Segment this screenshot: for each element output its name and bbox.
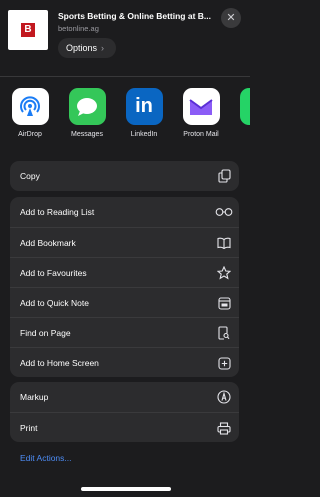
whatsapp-icon xyxy=(239,88,250,125)
action-add-to-reading-list[interactable]: Add to Reading List xyxy=(10,197,239,227)
linkedin-glyph: in xyxy=(135,95,153,117)
action-label: Add to Reading List xyxy=(20,207,95,217)
action-find-on-page[interactable]: Find on Page xyxy=(10,317,239,347)
plus-square-icon xyxy=(217,356,231,370)
action-label: Print xyxy=(20,422,38,433)
action-add-to-favourites[interactable]: Add to Favourites xyxy=(10,257,239,287)
share-app-label: Messages xyxy=(71,131,103,138)
site-thumbnail: B xyxy=(8,10,48,50)
action-label: Add to Favourites xyxy=(20,267,87,278)
share-app-messages[interactable]: Messages xyxy=(63,88,111,138)
share-app-label: LinkedIn xyxy=(130,131,158,138)
header-divider xyxy=(0,76,250,77)
action-group-tools: Markup Print xyxy=(10,382,239,442)
action-group-copy: Copy xyxy=(10,161,239,191)
action-label: Find on Page xyxy=(20,327,71,338)
site-logo: B xyxy=(21,23,35,37)
action-label: Add to Home Screen xyxy=(20,357,99,368)
star-icon xyxy=(217,266,231,280)
share-app-airdrop[interactable]: AirDrop xyxy=(6,88,54,138)
action-group-page: Add to Reading List Add Bookmark Add to … xyxy=(10,197,239,377)
glasses-icon xyxy=(215,205,233,219)
find-icon xyxy=(217,326,231,340)
site-url: betonline.ag xyxy=(58,24,99,33)
share-app-linkedin[interactable]: in LinkedIn xyxy=(120,88,168,138)
share-app-label: Proton Mail xyxy=(183,131,219,138)
close-button[interactable]: ✕ xyxy=(221,8,241,28)
print-icon xyxy=(217,421,231,435)
action-add-to-home-screen[interactable]: Add to Home Screen xyxy=(10,347,239,377)
chevron-right-icon: › xyxy=(101,43,105,53)
site-title: Sports Betting & Online Betting at B... xyxy=(58,11,211,21)
airdrop-icon xyxy=(11,88,49,125)
action-label: Copy xyxy=(20,171,40,181)
messages-icon xyxy=(68,88,106,125)
action-copy[interactable]: Copy xyxy=(10,161,239,191)
book-icon xyxy=(217,236,231,250)
action-print[interactable]: Print xyxy=(10,412,239,442)
home-indicator xyxy=(81,487,171,491)
action-label: Add to Quick Note xyxy=(20,297,89,308)
share-app-whatsapp[interactable]: Wh xyxy=(234,88,250,138)
action-markup[interactable]: Markup xyxy=(10,382,239,412)
share-app-proton-mail[interactable]: Proton Mail xyxy=(177,88,225,138)
markup-icon xyxy=(217,390,231,404)
share-apps-row: AirDrop Messages in LinkedIn Proton Mail… xyxy=(0,88,250,148)
close-icon: ✕ xyxy=(226,12,236,24)
copy-icon xyxy=(217,169,231,183)
share-app-label: AirDrop xyxy=(18,131,42,138)
quick-note-icon xyxy=(217,296,231,310)
share-app-label: Wh xyxy=(234,131,250,138)
linkedin-icon: in xyxy=(125,88,163,125)
action-label: Markup xyxy=(20,392,49,402)
share-sheet-header: B Sports Betting & Online Betting at B..… xyxy=(0,0,250,78)
proton-mail-icon xyxy=(182,88,220,125)
action-label: Add Bookmark xyxy=(20,237,76,248)
options-button[interactable]: Options › xyxy=(58,38,116,58)
action-add-bookmark[interactable]: Add Bookmark xyxy=(10,227,239,257)
edit-actions-link[interactable]: Edit Actions... xyxy=(20,453,72,463)
action-add-to-quick-note[interactable]: Add to Quick Note xyxy=(10,287,239,317)
options-label: Options xyxy=(66,43,98,53)
